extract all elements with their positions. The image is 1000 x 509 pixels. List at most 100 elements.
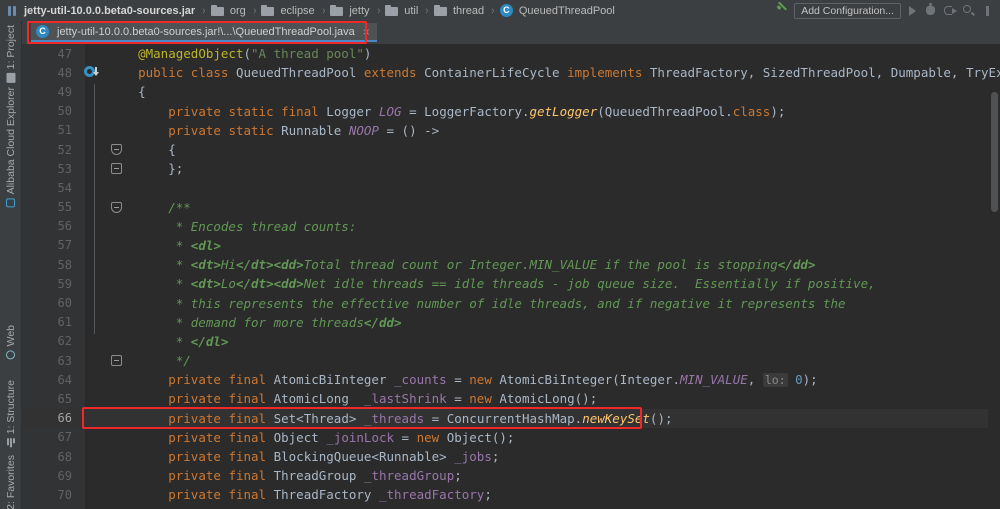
gutter-slot[interactable]	[76, 332, 105, 351]
code-line[interactable]: 65 private final AtomicLong _lastShrink …	[22, 389, 1000, 408]
stop-icon[interactable]	[980, 3, 996, 19]
breadcrumb-item-org[interactable]: org	[210, 0, 249, 21]
profiler-search-icon[interactable]	[961, 3, 977, 19]
breadcrumb-item-jar[interactable]: jetty-util-10.0.0.beta0-sources.jar	[6, 0, 198, 21]
code-line[interactable]: 47 @ManagedObject("A thread pool")	[22, 44, 1000, 63]
gutter-slot[interactable]	[76, 313, 105, 332]
gutter-slot[interactable]	[76, 485, 105, 504]
sidebar-item-project[interactable]: 1: Project	[0, 21, 22, 86]
gutter-slot[interactable]	[76, 102, 105, 121]
code-line[interactable]: 51 private static Runnable NOOP = () ->	[22, 121, 1000, 140]
breadcrumb-item-eclipse[interactable]: eclipse	[260, 0, 317, 21]
code-text: {	[105, 84, 1000, 99]
code-line[interactable]: 64 private final AtomicBiInteger _counts…	[22, 370, 1000, 389]
code-token: Net idle threads == idle threads - job q…	[303, 276, 876, 292]
sidebar-item-label: Web	[5, 325, 17, 347]
fold-toggle-icon[interactable]	[110, 354, 123, 367]
vertical-scrollbar[interactable]	[991, 92, 998, 212]
gutter-slot[interactable]	[76, 159, 122, 178]
gutter-slot[interactable]	[76, 198, 122, 217]
code-line[interactable]: 53 };	[22, 159, 1000, 178]
code-line[interactable]: 56 * Encodes thread counts:	[22, 217, 1000, 236]
breadcrumb-label: util	[404, 4, 419, 17]
sidebar-item-favorites[interactable]: ★ 2: Favorites	[0, 451, 22, 509]
code-lines[interactable]: 47 @ManagedObject("A thread pool") 48 pub…	[22, 44, 1000, 509]
editor-tab-queuedthreadpool[interactable]: C jetty-util-10.0.0.beta0-sources.jar!\.…	[31, 23, 377, 42]
code-line[interactable]: 54	[22, 178, 1000, 197]
sidebar-item-label: Alibaba Cloud Explorer	[5, 87, 17, 195]
code-line[interactable]: 58 * <dt>Hi</dt><dd>Total thread count o…	[22, 255, 1000, 274]
code-token: </dt><dd>	[235, 257, 304, 273]
code-line[interactable]: 70 private final ThreadFactory _threadFa…	[22, 485, 1000, 504]
editor-marker-bar[interactable]	[988, 88, 1000, 509]
debug-icon[interactable]	[923, 2, 939, 19]
code-token: static	[228, 103, 274, 119]
gutter-slot[interactable]	[76, 44, 105, 63]
code-line[interactable]: 55 /**	[22, 198, 1000, 217]
code-token: </dd>	[363, 314, 402, 330]
code-line[interactable]: 69 private final ThreadGroup _threadGrou…	[22, 466, 1000, 485]
run-icon[interactable]	[904, 3, 920, 19]
add-configuration-button[interactable]: Add Configuration...	[794, 2, 901, 19]
gutter-slot[interactable]	[76, 274, 105, 293]
sidebar-item-web[interactable]: Web	[0, 321, 22, 363]
gutter-slot[interactable]	[76, 178, 105, 197]
gutter-slot[interactable]	[76, 370, 105, 389]
code-line[interactable]: 60 * this represents the effective numbe…	[22, 293, 1000, 312]
fold-toggle-icon[interactable]	[110, 201, 123, 214]
gutter-slot[interactable]	[76, 428, 105, 447]
code-line[interactable]: 66 private final Set<Thread> _threads = …	[22, 408, 1000, 428]
code-token: _threadFactory	[378, 487, 485, 503]
run-coverage-icon[interactable]	[942, 3, 958, 19]
close-icon[interactable]: ×	[361, 26, 372, 38]
line-number: 60	[57, 296, 72, 311]
sidebar-item-alibaba-cloud-explorer[interactable]: Alibaba Cloud Explorer	[0, 83, 22, 211]
gutter-slot[interactable]	[76, 217, 105, 236]
fold-toggle-icon[interactable]	[110, 143, 123, 156]
code-line[interactable]: 57 * <dl>	[22, 236, 1000, 255]
gutter-slot[interactable]	[76, 389, 105, 408]
code-line[interactable]: 52 {	[22, 140, 1000, 159]
gutter-slot[interactable]	[76, 466, 105, 485]
fold-toggle-icon[interactable]	[110, 162, 123, 175]
build-hammer-icon[interactable]	[775, 0, 791, 19]
code-line[interactable]: 50 private static final Logger LOG = Log…	[22, 102, 1000, 121]
code-editor[interactable]: 47 @ManagedObject("A thread pool") 48 pub…	[22, 44, 1000, 509]
line-number: 56	[57, 219, 72, 234]
gutter-slot[interactable]	[76, 447, 105, 466]
breadcrumb-item-thread[interactable]: thread	[433, 0, 487, 21]
code-line[interactable]: 63 */	[22, 351, 1000, 370]
code-line[interactable]: 48 public class QueuedThreadPool extends…	[22, 63, 1000, 82]
breadcrumb-item-class[interactable]: C QueuedThreadPool	[499, 0, 618, 21]
code-line[interactable]: 68 private final BlockingQueue<Runnable>…	[22, 447, 1000, 466]
gutter-slot[interactable]	[76, 409, 105, 428]
code-line[interactable]: 49 {	[22, 82, 1000, 101]
gutter-slot[interactable]	[76, 63, 105, 82]
gutter-slot[interactable]	[76, 140, 122, 159]
gutter-slot[interactable]	[76, 236, 105, 255]
gutter-slot[interactable]	[76, 82, 105, 101]
code-line[interactable]: 59 * <dt>Lo</dt><dd>Net idle threads == …	[22, 274, 1000, 293]
code-line[interactable]: 67 private final Object _joinLock = new …	[22, 428, 1000, 447]
code-token: = ConcurrentHashMap.	[424, 410, 583, 426]
gutter-slot[interactable]	[76, 255, 105, 274]
gutter-slot[interactable]	[76, 294, 105, 313]
code-token: =	[394, 429, 417, 445]
code-token: );	[770, 103, 786, 119]
code-token: private	[168, 468, 221, 484]
code-text: */	[105, 353, 1000, 368]
breadcrumb: jetty-util-10.0.0.beta0-sources.jar › or…	[6, 0, 618, 21]
code-line[interactable]: 62 * </dl>	[22, 332, 1000, 351]
breadcrumb-item-util[interactable]: util	[384, 0, 421, 21]
sidebar-item-structure[interactable]: 1: Structure	[0, 376, 22, 451]
breadcrumb-item-jetty[interactable]: jetty	[329, 0, 372, 21]
code-line[interactable]: 61 * demand for more threads</dd>	[22, 313, 1000, 332]
gutter-slot[interactable]	[76, 351, 122, 370]
code-token: *	[175, 333, 191, 349]
gutter-slot[interactable]	[76, 121, 105, 140]
